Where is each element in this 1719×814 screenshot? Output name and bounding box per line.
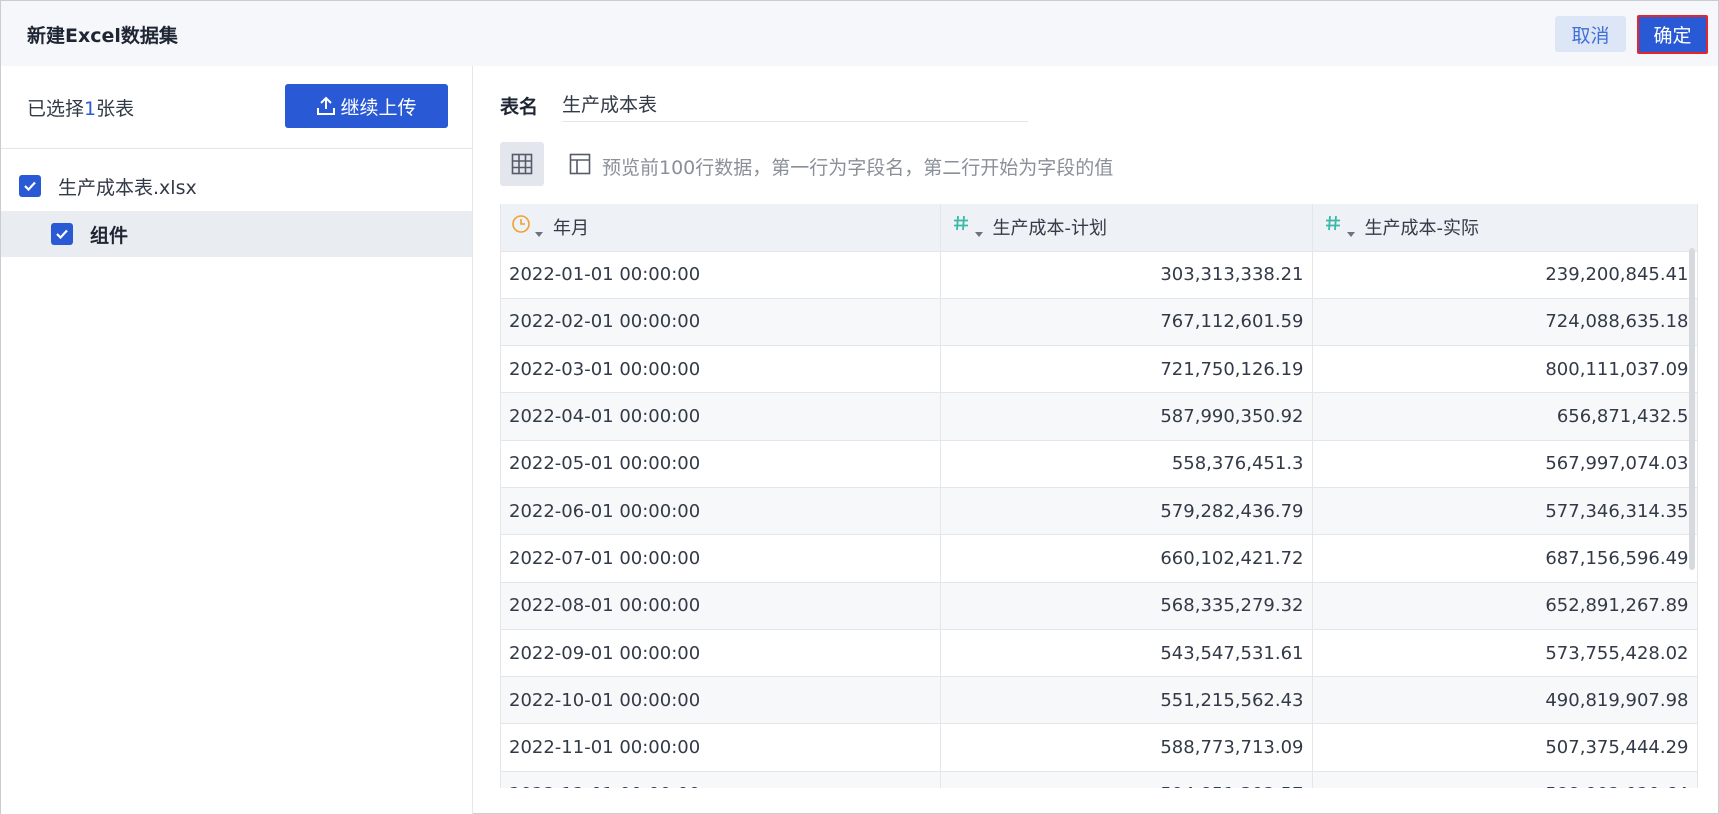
column-label: 生产成本-实际 <box>1364 218 1480 240</box>
table-scrollbar[interactable] <box>1689 248 1695 570</box>
table-row: 2022-04-01 00:00:00 587,990,350.92 656,871… <box>501 392 1698 441</box>
value-cell: 579,282,436.79 <box>940 487 1313 536</box>
date-cell: 2022-06-01 00:00:00 <box>501 487 941 536</box>
date-cell: 2022-09-01 00:00:00 <box>501 629 941 678</box>
value-cell: 800,111,037.09 <box>1312 345 1698 394</box>
layout-view-button[interactable] <box>558 142 602 186</box>
file-item[interactable]: 生产成本表.xlsx <box>1 164 472 208</box>
value-cell: 567,997,074.03 <box>1312 440 1698 488</box>
upload-icon <box>316 96 336 116</box>
table-row: 2022-12-01 00:00:00594,851,392.57588,902… <box>501 771 1698 788</box>
table-row: 2022-08-01 00:00:00 568,335,279.32 652,891… <box>501 582 1698 630</box>
date-cell: 2022-12-01 00:00:00 <box>501 771 941 788</box>
value-cell: 303,313,338.21 <box>940 251 1313 299</box>
value-cell: 239,200,845.41 <box>1312 251 1698 299</box>
value-cell: 543,547,531.61 <box>940 629 1313 678</box>
table-header-row: 年月 生产成本-计划 生产成本-实际 <box>501 204 1698 252</box>
date-cell: 2022-05-01 00:00:00 <box>501 440 941 488</box>
column-header: 年月 <box>501 204 941 252</box>
value-cell: 687,156,596.49 <box>1312 534 1698 583</box>
continue-upload-button[interactable]: 继续上传 <box>285 84 448 128</box>
file-panel: 已选择1张表 继续上传 生产成本表.xlsx 组件 <box>1 66 473 814</box>
value-cell: 568,335,279.32 <box>940 582 1313 630</box>
date-cell: 2022-04-01 00:00:00 <box>501 392 941 441</box>
column-label: 年月 <box>553 218 589 240</box>
value-cell: 551,215,562.43 <box>940 676 1313 725</box>
table-row: 2022-02-01 00:00:00 767,112,601.59 724,088… <box>501 298 1698 347</box>
value-cell: 573,755,428.02 <box>1312 629 1698 678</box>
column-label: 生产成本-计划 <box>992 218 1108 240</box>
date-cell: 2022-02-01 00:00:00 <box>501 298 941 347</box>
selected-count-text: 已选择1张表 <box>27 94 134 121</box>
value-cell: 507,375,444.29 <box>1312 723 1698 772</box>
table-row: 2022-11-01 00:00:00 588,773,713.09 507,375… <box>501 723 1698 772</box>
column-header: 生产成本-计划 <box>940 204 1313 252</box>
table-row: 2022-09-01 00:00:00 543,547,531.61 573,755… <box>501 629 1698 678</box>
layout-icon <box>569 153 591 175</box>
value-cell: 660,102,421.72 <box>940 534 1313 583</box>
date-cell: 2022-07-01 00:00:00 <box>501 534 941 583</box>
selected-suffix: 张表 <box>96 98 135 120</box>
value-cell: 558,376,451.3 <box>940 440 1313 488</box>
column-header: 生产成本-实际 <box>1312 204 1698 252</box>
confirm-button[interactable]: 确定 <box>1637 15 1708 54</box>
sheet-name: 组件 <box>90 224 129 247</box>
table-row: 2022-10-01 00:00:00 551,215,562.43 490,819… <box>501 676 1698 725</box>
preview-panel: 表名 生产成本表 预览前100行数据，第一行为字段名，第二行开始为字段的值 年月… <box>474 66 1718 814</box>
value-cell: 577,346,314.35 <box>1312 487 1698 536</box>
preview-table: 年月 生产成本-计划 生产成本-实际 2022-01-01 00:00:00 3… <box>500 204 1718 788</box>
dialog: 新建Excel数据集 取消 确定 已选择1张表 继续上传 生产成本表.xlsx … <box>0 0 1719 814</box>
check-icon <box>24 181 36 192</box>
grid-view-button[interactable] <box>500 142 544 186</box>
date-cell: 2022-11-01 00:00:00 <box>501 723 941 772</box>
table-name-label: 表名 <box>500 96 539 118</box>
dialog-header: 新建Excel数据集 取消 确定 <box>1 1 1718 66</box>
upload-label: 继续上传 <box>340 96 417 119</box>
date-cell: 2022-10-01 00:00:00 <box>501 676 941 725</box>
value-cell: 721,750,126.19 <box>940 345 1313 394</box>
clock-icon[interactable] <box>511 212 547 242</box>
table-row: 2022-03-01 00:00:00 721,750,126.19 800,111… <box>501 345 1698 394</box>
hash-icon[interactable] <box>951 212 987 242</box>
file-name: 生产成本表.xlsx <box>58 176 197 199</box>
hash-icon[interactable] <box>1323 212 1359 242</box>
value-cell: 588,902,020.64 <box>1312 771 1698 788</box>
date-cell: 2022-03-01 00:00:00 <box>501 345 941 394</box>
cancel-button[interactable]: 取消 <box>1555 16 1626 52</box>
check-icon <box>56 229 68 240</box>
table-row: 2022-07-01 00:00:00 660,102,421.72 687,156… <box>501 534 1698 583</box>
sheet-item[interactable]: 组件 <box>1 211 472 257</box>
value-cell: 724,088,635.18 <box>1312 298 1698 347</box>
table-row: 2022-01-01 00:00:00 303,313,338.21 239,200… <box>501 251 1698 299</box>
date-cell: 2022-01-01 00:00:00 <box>501 251 941 299</box>
selected-prefix: 已选择 <box>27 98 85 120</box>
table-name-input[interactable]: 生产成本表 <box>562 90 1028 122</box>
table-row: 2022-06-01 00:00:00 579,282,436.79 577,346… <box>501 487 1698 536</box>
file-checkbox[interactable] <box>19 175 41 197</box>
value-cell: 652,891,267.89 <box>1312 582 1698 630</box>
date-cell: 2022-08-01 00:00:00 <box>501 582 941 630</box>
value-cell: 588,773,713.09 <box>940 723 1313 772</box>
value-cell: 656,871,432.5 <box>1312 392 1698 441</box>
value-cell: 767,112,601.59 <box>940 298 1313 347</box>
selected-count: 1 <box>84 98 97 120</box>
preview-hint: 预览前100行数据，第一行为字段名，第二行开始为字段的值 <box>602 157 1114 179</box>
sheet-checkbox[interactable] <box>51 223 73 245</box>
divider <box>1 148 472 149</box>
value-cell: 490,819,907.98 <box>1312 676 1698 725</box>
value-cell: 594,851,392.57 <box>940 771 1313 788</box>
dialog-title: 新建Excel数据集 <box>27 25 178 47</box>
grid-icon <box>511 153 533 175</box>
value-cell: 587,990,350.92 <box>940 392 1313 441</box>
table-row: 2022-05-01 00:00:00 558,376,451.3 567,997,… <box>501 440 1698 488</box>
